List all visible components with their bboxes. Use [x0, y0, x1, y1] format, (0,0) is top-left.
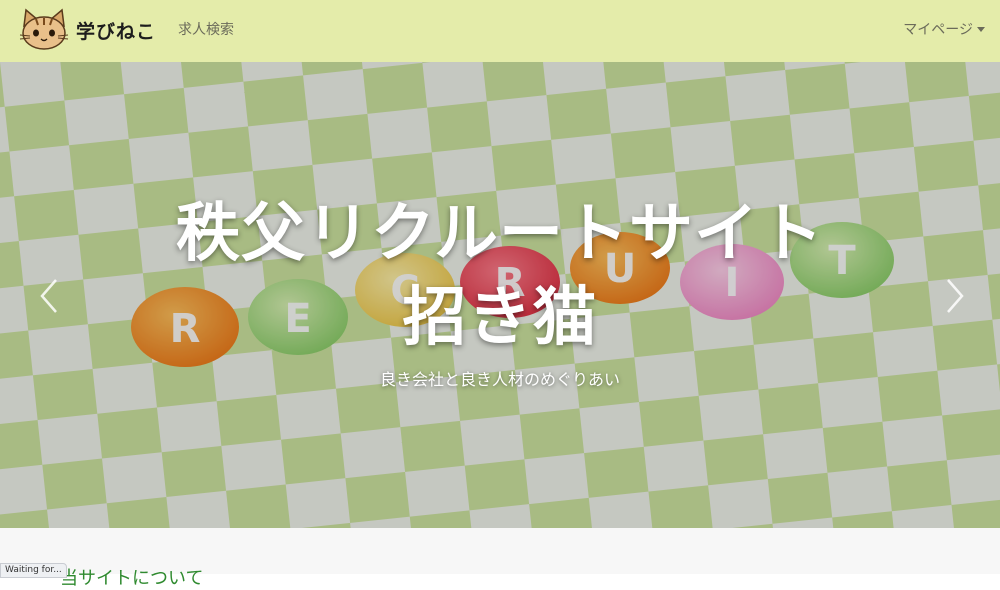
section-title: 当サイトについて [60, 568, 204, 589]
about-section: 当サイトについて [0, 528, 1000, 589]
brand-name: 学びねこ [76, 20, 157, 43]
mypage-label: マイページ [903, 22, 973, 38]
mypage-dropdown[interactable]: マイページ [903, 19, 985, 39]
nav-link-job-search[interactable]: 求人検索 [178, 19, 234, 39]
browser-status-bar: Waiting for... [0, 563, 67, 578]
hero-carousel: R E C R U I T 秩父リクルートサイト 招き猫 良き会社と良き人材のめ… [0, 62, 1000, 528]
hero-title-line1: 秩父リクルートサイト [175, 197, 825, 271]
hero-title: 秩父リクルートサイト 招き猫 [0, 192, 1000, 360]
chevron-right-icon[interactable] [940, 276, 970, 316]
hero-title-line2: 招き猫 [402, 281, 598, 355]
caret-down-icon [977, 26, 985, 32]
brand-link[interactable]: 学びねこ [18, 8, 156, 52]
hero-subtitle: 良き会社と良き人材のめぐりあい [379, 370, 620, 389]
cat-logo-icon [19, 8, 69, 50]
chevron-left-icon[interactable] [34, 276, 64, 316]
navbar: 学びねこ 求人検索 マイページ [0, 0, 1000, 62]
